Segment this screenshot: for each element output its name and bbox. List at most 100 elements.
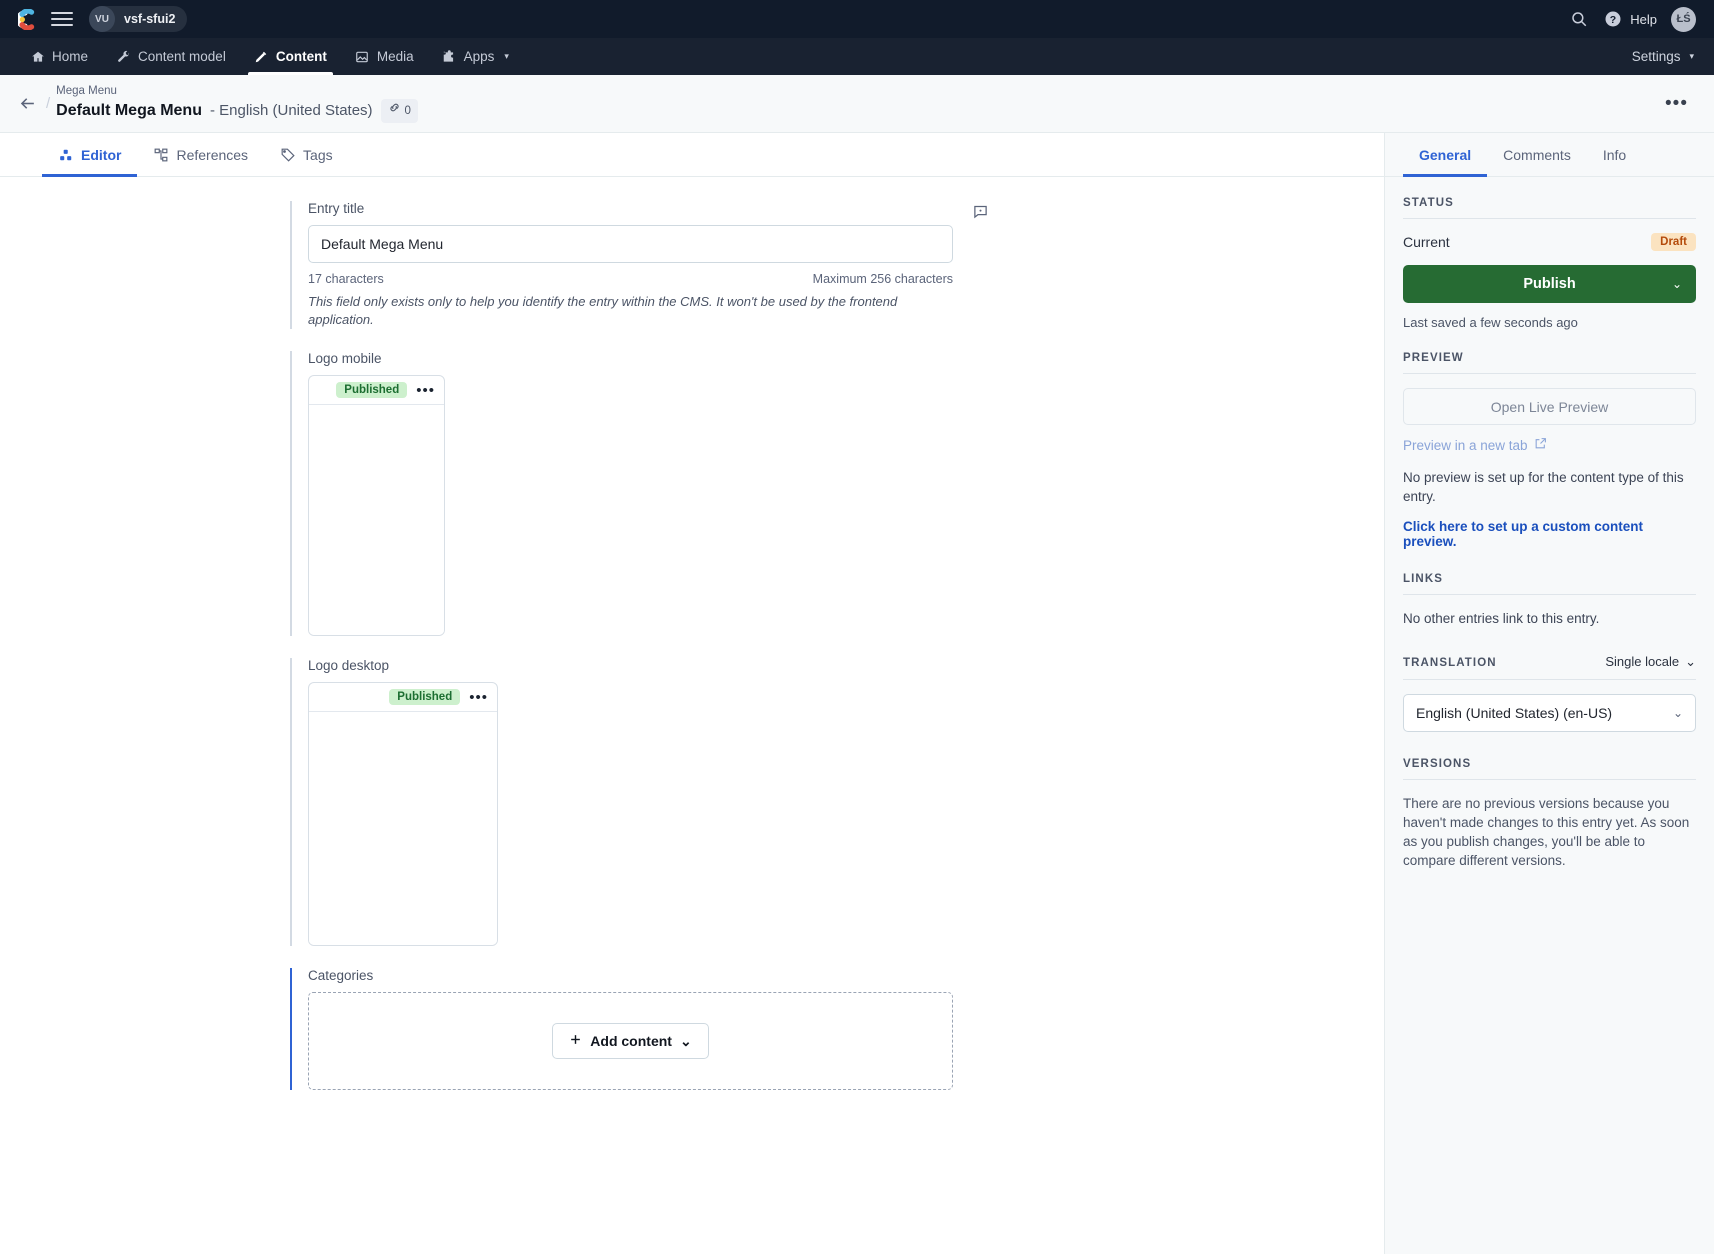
contentful-logo[interactable] bbox=[18, 9, 39, 30]
preview-new-tab-link[interactable]: Preview in a new tab bbox=[1403, 437, 1547, 453]
main-navigation: Home Content model Content Media Apps ▾ … bbox=[0, 38, 1714, 75]
preview-section-title: PREVIEW bbox=[1403, 352, 1696, 374]
link-icon bbox=[388, 101, 401, 121]
asset-preview bbox=[309, 405, 444, 635]
topbar-actions: ? Help ŁŚ bbox=[1569, 7, 1696, 32]
back-button[interactable] bbox=[10, 87, 44, 121]
comment-icon[interactable] bbox=[970, 201, 990, 221]
nav-item-content-model[interactable]: Content model bbox=[102, 38, 240, 75]
field-logo-desktop: Logo desktop Published ••• bbox=[290, 658, 990, 946]
tab-label: Editor bbox=[81, 147, 121, 163]
max-characters: Maximum 256 characters bbox=[813, 272, 953, 286]
help-button[interactable]: ? Help bbox=[1603, 9, 1657, 29]
plus-icon bbox=[569, 1033, 582, 1049]
tag-icon bbox=[280, 147, 295, 162]
chevron-down-icon: ▾ bbox=[1689, 52, 1694, 61]
menu-hamburger-icon[interactable] bbox=[51, 8, 73, 30]
tab-references[interactable]: References bbox=[137, 133, 264, 176]
add-content-label: Add content bbox=[590, 1033, 672, 1049]
pen-icon bbox=[254, 49, 269, 64]
translation-mode-label: Single locale bbox=[1605, 654, 1679, 669]
sidebar-body: STATUS Current Draft Publish ⌄ Last save… bbox=[1385, 177, 1714, 870]
chevron-down-icon: ⌄ bbox=[1673, 706, 1683, 720]
last-saved-text: Last saved a few seconds ago bbox=[1403, 315, 1696, 330]
field-label: Logo mobile bbox=[308, 351, 990, 366]
translation-section-title: TRANSLATION Single locale ⌄ bbox=[1403, 654, 1696, 680]
body: Editor References Tags bbox=[0, 133, 1714, 1254]
publish-label: Publish bbox=[1523, 276, 1575, 292]
setup-preview-link[interactable]: Click here to set up a custom content pr… bbox=[1403, 519, 1696, 549]
nav-label: Media bbox=[377, 49, 414, 64]
image-icon bbox=[355, 49, 370, 64]
space-avatar: VU bbox=[89, 6, 115, 32]
nav-settings[interactable]: Settings ▾ bbox=[1628, 38, 1698, 75]
search-icon[interactable] bbox=[1569, 9, 1589, 29]
status-badge: Published bbox=[336, 382, 407, 398]
nav-item-media[interactable]: Media bbox=[341, 38, 428, 75]
tab-label: Tags bbox=[303, 147, 333, 163]
categories-dropzone[interactable]: Add content ⌄ bbox=[308, 992, 953, 1090]
status-section-title: STATUS bbox=[1403, 197, 1696, 219]
top-bar: VU vsf-sfui2 ? Help ŁŚ bbox=[0, 0, 1714, 38]
references-icon bbox=[153, 147, 168, 162]
breadcrumb-parent[interactable]: Mega Menu bbox=[56, 84, 418, 99]
locale-select[interactable]: English (United States) (en-US) ⌄ bbox=[1403, 694, 1696, 732]
links-note: No other entries link to this entry. bbox=[1403, 609, 1696, 628]
svg-text:?: ? bbox=[1610, 14, 1616, 26]
nav-settings-label: Settings bbox=[1632, 49, 1681, 64]
tab-label: General bbox=[1419, 147, 1471, 163]
status-row: Current Draft bbox=[1403, 233, 1696, 251]
nav-label: Content bbox=[276, 49, 327, 64]
asset-preview bbox=[309, 712, 497, 945]
locale-select-value: English (United States) (en-US) bbox=[1416, 705, 1612, 721]
puzzle-icon bbox=[442, 49, 457, 64]
form-fields: Entry title 17 characters Maximum 256 ch… bbox=[290, 201, 990, 1090]
entry-locale-label: - English (United States) bbox=[210, 101, 373, 121]
asset-actions-menu[interactable]: ••• bbox=[469, 690, 488, 705]
asset-actions-menu[interactable]: ••• bbox=[416, 383, 435, 398]
open-live-preview-button[interactable]: Open Live Preview bbox=[1403, 388, 1696, 425]
avatar[interactable]: ŁŚ bbox=[1671, 7, 1696, 32]
links-section-title: LINKS bbox=[1403, 573, 1696, 595]
field-categories: Categories Add content ⌄ bbox=[290, 968, 990, 1090]
translation-mode-selector[interactable]: Single locale ⌄ bbox=[1605, 654, 1696, 670]
add-content-button[interactable]: Add content ⌄ bbox=[552, 1023, 708, 1059]
tab-editor[interactable]: Editor bbox=[42, 133, 137, 176]
space-selector[interactable]: VU vsf-sfui2 bbox=[89, 6, 187, 32]
chevron-down-icon[interactable]: ⌄ bbox=[1672, 277, 1682, 291]
links-count-chip[interactable]: 0 bbox=[381, 99, 418, 123]
nav-label: Apps bbox=[464, 49, 495, 64]
preview-new-tab-label: Preview in a new tab bbox=[1403, 438, 1528, 453]
editor-tabs: Editor References Tags bbox=[0, 133, 1384, 177]
entry-title-input[interactable] bbox=[308, 225, 953, 263]
chevron-down-icon: ▾ bbox=[504, 52, 509, 61]
entry-title-row: Default Mega Menu - English (United Stat… bbox=[56, 99, 418, 123]
tab-label: References bbox=[176, 147, 248, 163]
asset-card-logo-mobile[interactable]: Published ••• bbox=[308, 375, 445, 636]
status-badge: Draft bbox=[1651, 233, 1696, 251]
wrench-icon bbox=[116, 49, 131, 64]
tab-comments[interactable]: Comments bbox=[1487, 133, 1587, 176]
nav-item-content[interactable]: Content bbox=[240, 38, 341, 75]
sidebar-tabs: General Comments Info bbox=[1385, 133, 1714, 177]
tab-info[interactable]: Info bbox=[1587, 133, 1642, 176]
asset-card-header: Published ••• bbox=[309, 376, 444, 405]
breadcrumb-divider: / bbox=[46, 95, 50, 112]
status-badge: Published bbox=[389, 689, 460, 705]
nav-item-apps[interactable]: Apps ▾ bbox=[428, 38, 523, 75]
question-mark-icon: ? bbox=[1603, 9, 1623, 29]
tab-tags[interactable]: Tags bbox=[264, 133, 349, 176]
tab-general[interactable]: General bbox=[1403, 133, 1487, 176]
form-scroll-area[interactable]: Entry title 17 characters Maximum 256 ch… bbox=[0, 177, 1384, 1254]
nav-item-home[interactable]: Home bbox=[16, 38, 102, 75]
field-logo-mobile: Logo mobile Published ••• bbox=[290, 351, 990, 636]
field-entry-title: Entry title 17 characters Maximum 256 ch… bbox=[290, 201, 990, 329]
status-current-label: Current bbox=[1403, 234, 1450, 250]
no-preview-note: No preview is set up for the content typ… bbox=[1403, 468, 1696, 506]
entry-title-meta: 17 characters Maximum 256 characters bbox=[308, 272, 953, 286]
publish-button[interactable]: Publish ⌄ bbox=[1403, 265, 1696, 303]
asset-card-logo-desktop[interactable]: Published ••• bbox=[308, 682, 498, 946]
entry-actions-menu[interactable]: ••• bbox=[1659, 94, 1694, 113]
character-count: 17 characters bbox=[308, 272, 384, 286]
entry-header: / Mega Menu Default Mega Menu - English … bbox=[0, 75, 1714, 133]
